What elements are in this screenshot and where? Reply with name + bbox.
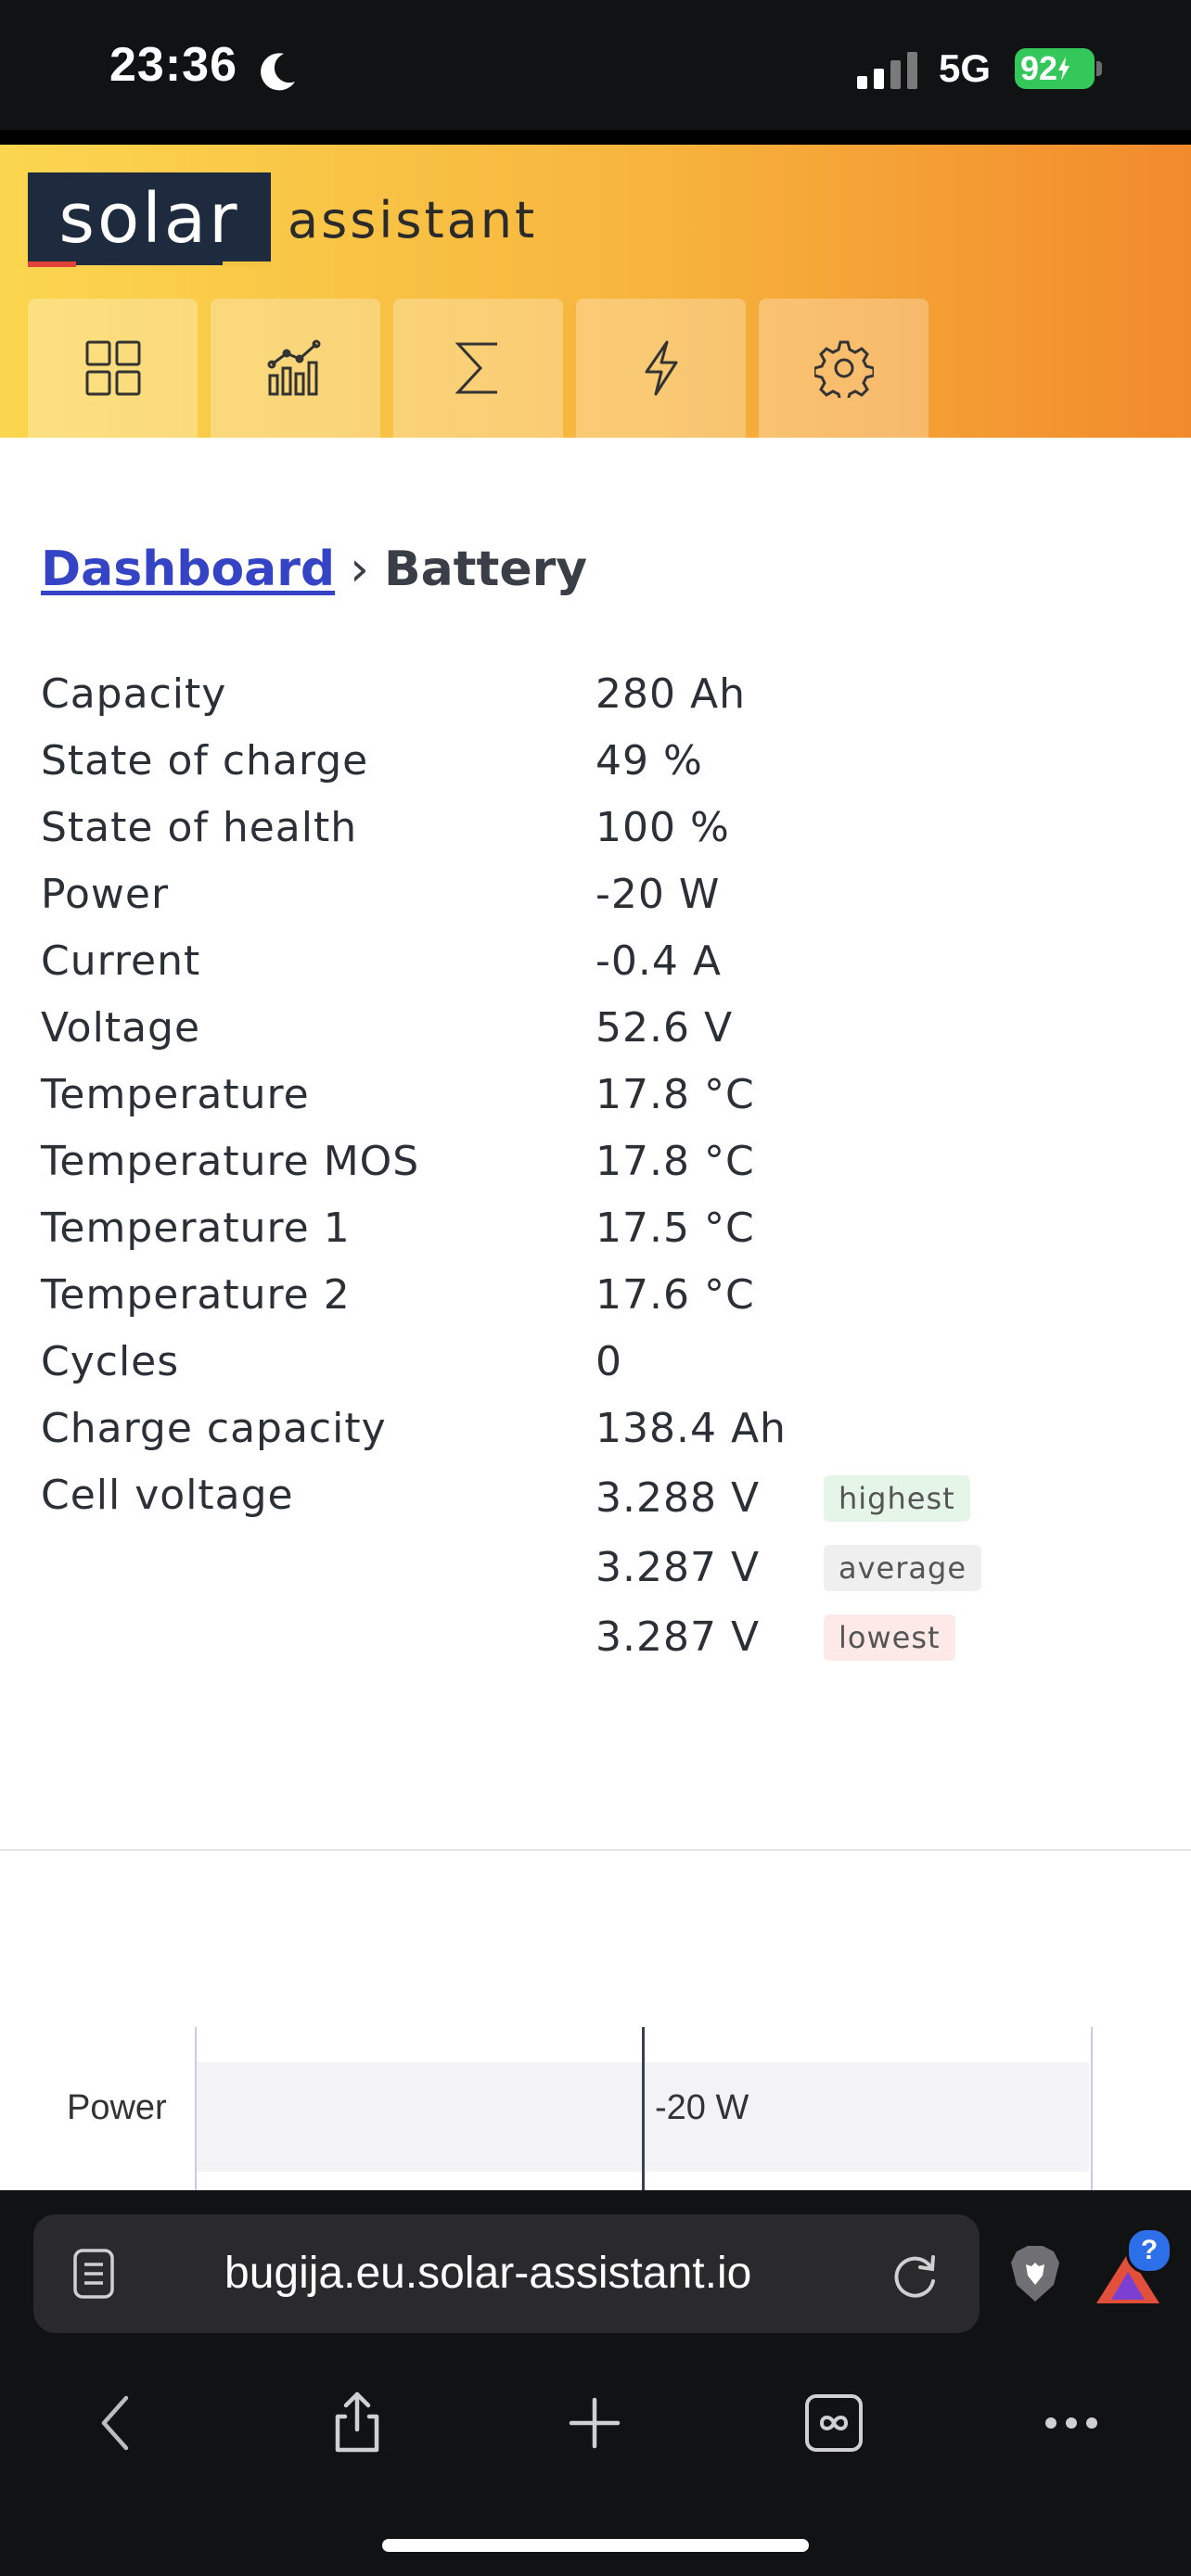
stat-label: Voltage [41,1003,201,1052]
stat-label: Current [41,937,201,985]
status-time: 23:36 [109,38,237,92]
network-label: 5G [939,46,992,90]
nav-settings-button[interactable] [759,299,928,438]
stat-value: 17.5 °C [596,1204,755,1252]
section-divider [0,1849,1191,1851]
stat-row: Temperature 17.8 °C [41,1061,1154,1128]
stat-row: State of charge 49 % [41,727,1154,794]
logo-text: solar [58,179,240,259]
stat-label: Temperature 2 [41,1270,351,1319]
battery-indicator: 92 [1015,48,1095,89]
stat-value: 0 [596,1337,622,1385]
average-badge: average [824,1544,981,1591]
cell-voltage-value: 3.287 V [596,1613,761,1661]
brave-shields-icon[interactable] [1009,2244,1061,2303]
power-gauge-max-line [1091,2027,1093,2190]
nav-dashboard-button[interactable] [28,299,198,438]
stat-value: 17.8 °C [596,1070,755,1118]
stat-value: 280 Ah [596,670,746,718]
gear-icon [813,340,874,398]
status-divider [0,130,1191,145]
tabs-icon[interactable] [801,2391,866,2455]
stat-value: -0.4 A [596,937,722,985]
logo[interactable]: solar [28,172,271,265]
new-tab-icon[interactable] [562,2391,627,2455]
share-icon[interactable] [325,2391,390,2455]
charts-icon [267,339,320,396]
app-header: solar assistant [0,145,1191,438]
moon-icon [261,53,295,91]
cell-voltage-list: 3.288 V highest 3.287 V average 3.287 V … [596,1463,981,1672]
power-gauge-value: -20 W [655,2088,749,2127]
logo-suffix: assistant [288,191,538,249]
battery-stats: Capacity 280 Ah State of charge 49 % State… [41,660,1154,1528]
charging-bolt-icon [1058,57,1070,81]
stat-label: Cycles [41,1337,180,1385]
cell-voltage-row: 3.288 V highest [596,1463,981,1533]
sigma-icon [455,342,497,394]
power-gauge: Power -20 W [0,2027,1191,2190]
dashboard-grid-icon [85,340,140,396]
stat-row: Temperature 2 17.6 °C [41,1261,1154,1328]
stat-label: Temperature 1 [41,1204,351,1252]
stat-row: State of health 100 % [41,794,1154,861]
stat-row: Cycles 0 [41,1328,1154,1395]
power-gauge-min-line [195,2027,197,2190]
stat-row: Temperature MOS 17.8 °C [41,1128,1154,1194]
status-bar: 23:36 5G 92 [0,0,1191,130]
stat-row: Voltage 52.6 V [41,994,1154,1061]
stat-label: Capacity [41,670,227,718]
stat-label: Power [41,870,170,918]
stat-label: Charge capacity [41,1404,387,1452]
breadcrumb-current: Battery [383,542,588,597]
stat-value: 138.4 Ah [596,1404,787,1452]
stat-value: 52.6 V [596,1003,734,1052]
breadcrumb-separator: › [350,542,369,597]
battery-level: 92 [1020,49,1058,87]
cell-voltage-value: 3.287 V [596,1544,761,1591]
url-text[interactable]: bugija.eu.solar-assistant.io [224,2248,751,2299]
back-icon[interactable] [85,2391,150,2455]
breadcrumb: Dashboard › Battery [41,542,587,597]
logo-accent-yellow [223,261,271,267]
lowest-badge: lowest [824,1613,955,1661]
reload-icon[interactable] [889,2248,942,2302]
more-menu-icon[interactable] [1039,2391,1104,2455]
nav-charts-button[interactable] [211,299,380,438]
lightning-icon [645,340,677,396]
reader-mode-icon[interactable] [72,2248,115,2300]
battery-nub [1096,61,1102,76]
stat-label: State of health [41,803,358,851]
logo-accent-red [28,261,76,267]
stat-label: State of charge [41,736,369,784]
rewards-badge: ? [1126,2227,1172,2274]
signal-icon [857,52,917,89]
stat-row: Current -0.4 A [41,927,1154,994]
stat-row: Temperature 1 17.5 °C [41,1194,1154,1261]
stat-value: -20 W [596,870,721,918]
highest-badge: highest [824,1474,970,1522]
stat-value: 17.8 °C [596,1137,755,1185]
power-gauge-label: Power [67,2088,167,2127]
breadcrumb-dashboard-link[interactable]: Dashboard [41,542,335,597]
stat-label: Cell voltage [41,1471,294,1519]
nav-totals-button[interactable] [393,299,563,438]
power-gauge-zero-line [642,2027,645,2190]
stat-value: 100 % [596,803,730,851]
cell-voltage-value: 3.288 V [596,1474,761,1522]
cell-voltage-row: 3.287 V lowest [596,1602,981,1672]
stat-value: 49 % [596,736,703,784]
nav-power-button[interactable] [576,299,746,438]
stat-label: Temperature [41,1070,310,1118]
home-indicator [382,2539,809,2552]
brave-rewards-button[interactable]: ? [1095,2227,1172,2309]
stat-row: Capacity 280 Ah [41,660,1154,727]
main-nav [28,299,928,438]
stat-row: Charge capacity 138.4 Ah [41,1395,1154,1461]
stat-value: 17.6 °C [596,1270,755,1319]
stat-row: Power -20 W [41,861,1154,927]
stat-label: Temperature MOS [41,1137,420,1185]
cell-voltage-row: 3.287 V average [596,1533,981,1602]
